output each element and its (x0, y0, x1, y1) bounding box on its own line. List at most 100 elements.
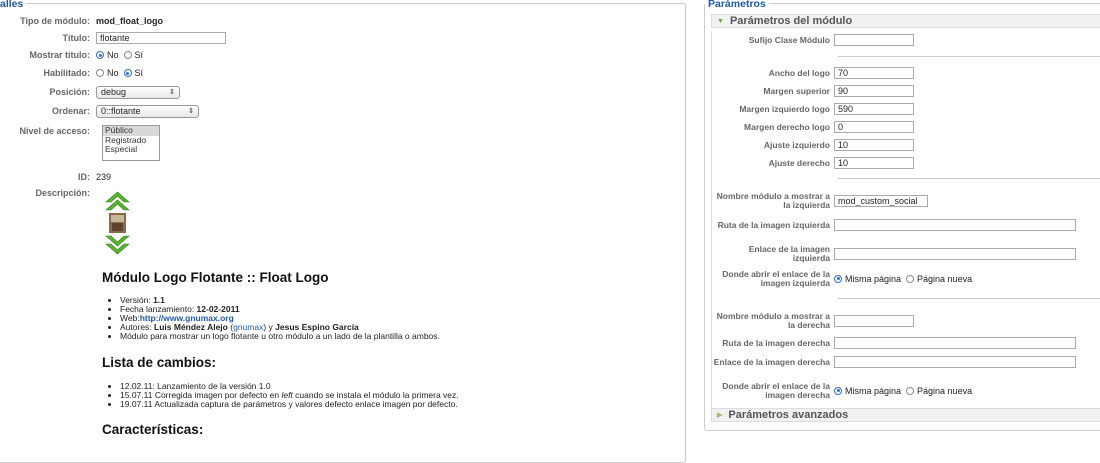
ruta-izq-input[interactable] (834, 219, 1076, 231)
ordenar-select[interactable]: 0::flotante ⇕ (96, 104, 199, 118)
nivel-listbox[interactable]: Público Registrado Especial (102, 125, 160, 161)
sufijo-label: Sufijo Clase Módulo (748, 34, 830, 45)
posicion-value: debug (101, 87, 127, 97)
nombre-der-label: Nombre módulo a mostrar a la derecha (716, 311, 830, 330)
habilitado-no-radio[interactable] (96, 69, 104, 77)
enlace-izq-label: Enlace de la imagen izquierda (748, 244, 830, 263)
expand-down-icon: ▼ (717, 17, 724, 25)
row-mostrar: Mostrar título: No Sí (0, 48, 148, 62)
titulo-label: Título: (62, 33, 91, 43)
tipo-value: mod_float_logo (96, 16, 163, 26)
param-row: Ancho del logo (712, 67, 914, 79)
param-row: Ajuste izquierdo (712, 139, 914, 151)
param-row: Ruta de la imagen izquierda (712, 219, 1076, 231)
habilitado-no-label: No (107, 68, 119, 78)
float-logo-image (105, 191, 130, 255)
posicion-label: Posición: (49, 87, 90, 97)
nivel-option[interactable]: Especial (103, 144, 159, 155)
id-label: ID: (78, 172, 90, 182)
changes-list: 12.02.11: Lanzamiento de la versión 1.0 … (104, 382, 459, 409)
changes-title: Lista de cambios: (102, 355, 217, 370)
select-arrows-icon: ⇕ (188, 108, 194, 115)
habilitado-si-radio[interactable] (123, 69, 132, 77)
ordenar-label: Ordenar: (51, 106, 90, 116)
ruta-der-input[interactable] (834, 337, 1076, 349)
param-row: Nombre módulo a mostrar a la derecha (712, 312, 914, 329)
param-row: Sufijo Clase Módulo (712, 34, 914, 46)
expand-right-icon: ▶ (717, 412, 723, 419)
param-row: Enlace de la imagen izquierda (712, 245, 1076, 262)
id-value: 239 (96, 172, 112, 182)
separator (838, 298, 1100, 299)
margen-izq-input[interactable] (834, 103, 914, 115)
mostrar-label: Mostrar título: (29, 50, 91, 60)
habilitado-label: Habilitado: (43, 68, 91, 78)
select-arrows-icon: ⇕ (169, 89, 175, 96)
param-row: Margen superior (712, 85, 914, 97)
param-row: Ruta de la imagen derecha (712, 337, 1076, 349)
advanced-params-title: Parámetros avanzados (728, 409, 849, 421)
list-item: Módulo para mostrar un logo flotante u o… (120, 332, 440, 341)
row-descripcion: Descripción: (0, 186, 96, 200)
nueva-izq-label: Página nueva (917, 273, 973, 284)
mostrar-si-label: Sí (134, 50, 144, 60)
row-habilitado: Habilitado: No Sí (0, 66, 148, 80)
row-titulo: Título: (0, 31, 226, 45)
mostrar-no-label: No (107, 50, 119, 60)
misma-izq-radio[interactable] (834, 274, 842, 283)
info-list: Versión: 1.1 Fecha lanzamiento: 12-02-20… (104, 296, 440, 341)
nombre-izq-input[interactable] (834, 194, 928, 207)
enlace-der-label: Enlace de la imagen derecha (713, 356, 830, 367)
donde-der-label: Donde abrir el enlace de la imagen derec… (722, 381, 830, 400)
margen-der-label: Margen derecho logo (744, 121, 830, 132)
misma-izq-label: Misma página (845, 273, 902, 284)
ajuste-der-input[interactable] (834, 157, 914, 169)
features-title: Características: (102, 422, 204, 437)
param-row: Ajuste derecho (712, 157, 914, 169)
ruta-der-label: Ruta de la imagen derecha (722, 337, 830, 348)
titulo-input[interactable] (96, 32, 226, 44)
enlace-izq-input[interactable] (834, 247, 1076, 260)
tipo-label: Tipo de módulo: (20, 16, 90, 26)
ajuste-der-label: Ajuste derecho (768, 157, 830, 168)
row-posicion: Posición: debug ⇕ (0, 85, 180, 99)
habilitado-si-label: Sí (134, 68, 144, 78)
separator (838, 178, 1100, 179)
nueva-der-radio[interactable] (906, 386, 915, 395)
enlace-der-input[interactable] (834, 356, 1076, 368)
module-params-header[interactable]: ▼ Parámetros del módulo (711, 14, 1100, 28)
posicion-select[interactable]: debug ⇕ (96, 85, 180, 99)
row-ordenar: Ordenar: 0::flotante ⇕ (0, 104, 199, 118)
advanced-params-header[interactable]: ▶ Parámetros avanzados (711, 408, 1100, 422)
descripcion-label: Descripción: (35, 188, 90, 198)
details-legend: alles (0, 0, 27, 10)
nueva-der-label: Página nueva (917, 385, 973, 396)
nombre-izq-label: Nombre módulo a mostrar a la izquierda (716, 191, 830, 210)
ajuste-izq-input[interactable] (834, 139, 914, 151)
module-params-title: Parámetros del módulo (729, 15, 853, 27)
nueva-izq-radio[interactable] (906, 274, 915, 283)
misma-der-radio[interactable] (834, 386, 842, 395)
nombre-der-input[interactable] (834, 314, 914, 327)
ancho-label: Ancho del logo (768, 67, 830, 78)
separator (838, 56, 1100, 57)
sufijo-input[interactable] (834, 34, 914, 46)
row-nivel: Nivel de acceso: (0, 124, 96, 138)
mostrar-si-radio[interactable] (123, 51, 132, 59)
param-row: Margen derecho logo (712, 121, 914, 133)
ajuste-izq-label: Ajuste izquierdo (763, 139, 830, 150)
ancho-input[interactable] (834, 67, 914, 79)
param-row: Nombre módulo a mostrar a la izquierda (712, 192, 928, 209)
margen-der-input[interactable] (834, 121, 914, 133)
row-id: ID: 239 (0, 170, 111, 184)
ordenar-value: 0::flotante (101, 106, 141, 116)
donde-izq-label: Donde abrir el enlace de la imagen izqui… (722, 269, 830, 288)
mostrar-no-radio[interactable] (96, 51, 104, 59)
margen-sup-input[interactable] (834, 85, 914, 97)
ruta-izq-label: Ruta de la imagen izquierda (717, 219, 830, 230)
list-item: 19.07.11 Actualizada captura de parámetr… (120, 400, 459, 409)
param-row: Donde abrir el enlace de la imagen izqui… (712, 270, 977, 287)
margen-sup-label: Margen superior (763, 85, 830, 96)
params-legend: Parámetros (705, 0, 769, 10)
modulo-text: Módulo para mostrar un logo flotante u o… (120, 331, 440, 341)
